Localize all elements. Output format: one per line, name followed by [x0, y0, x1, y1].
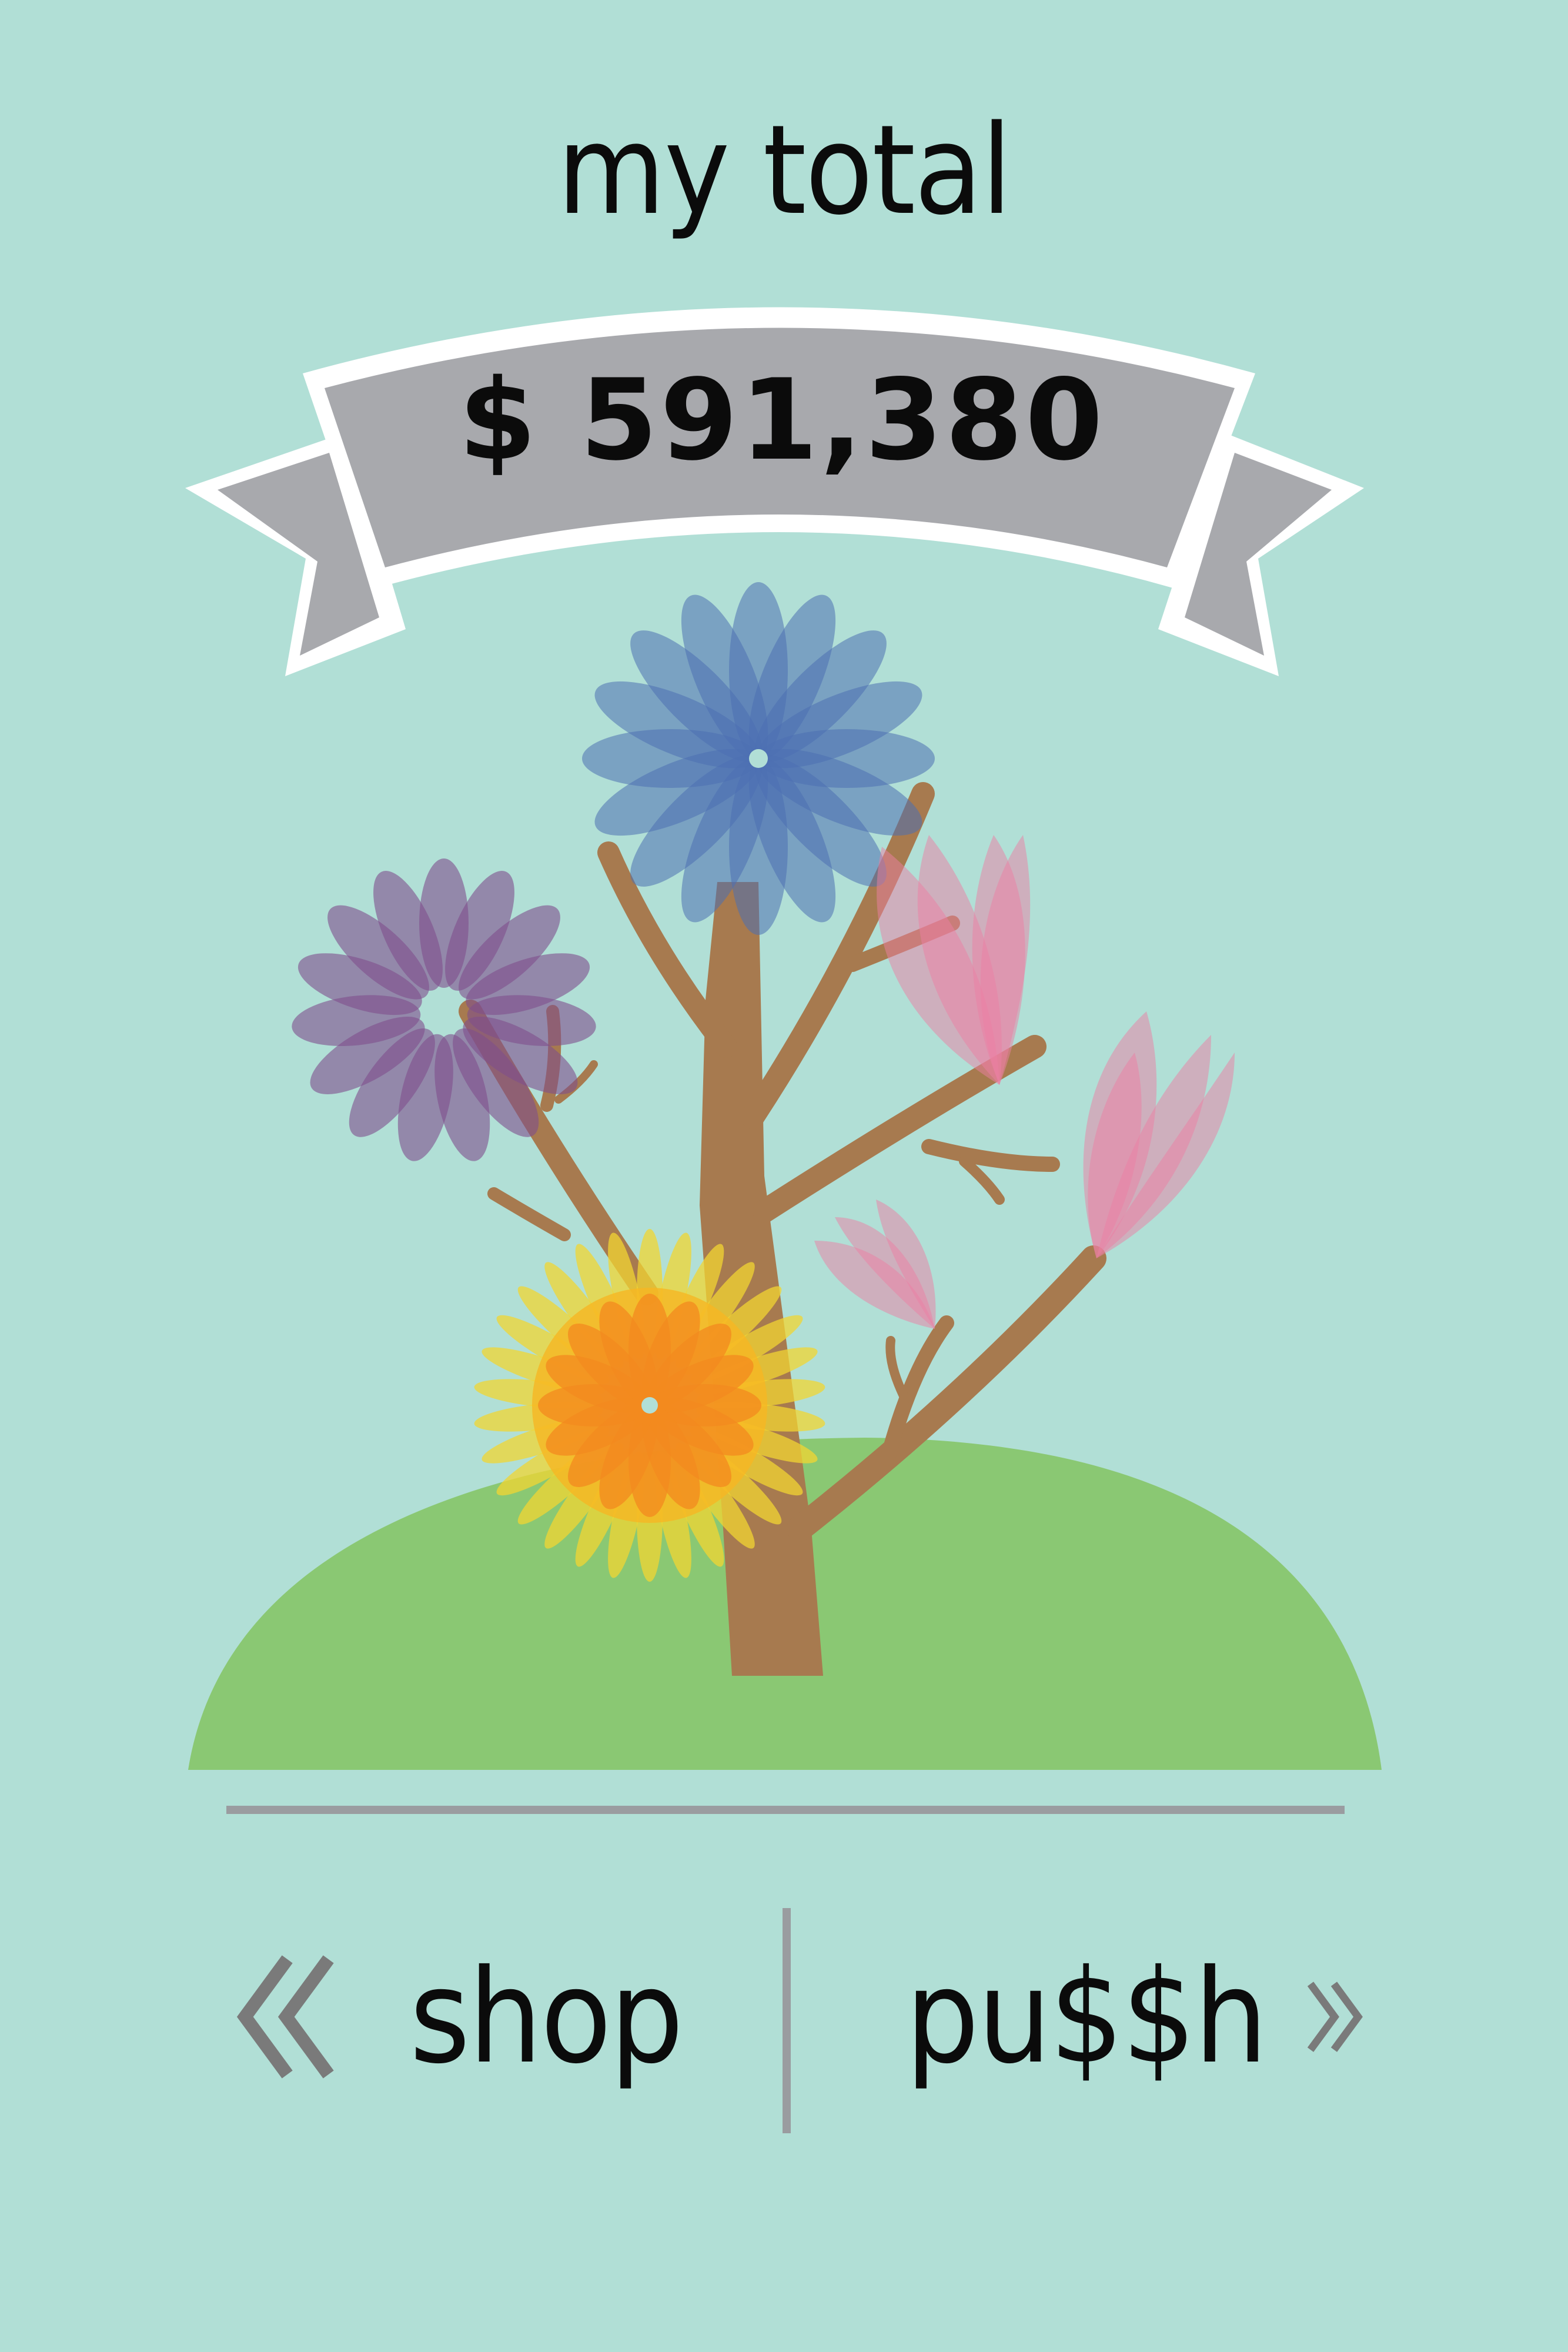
purple-flower	[289, 858, 599, 1167]
push-label: pu$$h	[905, 1942, 1268, 2092]
pink-flower-top	[877, 835, 1031, 1085]
shop-button[interactable]: shop	[235, 1923, 684, 2111]
shop-label: shop	[409, 1942, 684, 2092]
pink-flower-right	[1083, 1011, 1235, 1258]
push-button[interactable]: pu$$h	[905, 1923, 1364, 2111]
pink-bud	[814, 1200, 936, 1329]
double-chevron-right-icon	[1308, 1982, 1363, 2052]
total-amount: $ 591,380	[459, 355, 1105, 485]
double-chevron-left-icon	[236, 1955, 334, 2079]
total-screen: my total $ 591,380 shop pu$$h	[0, 0, 1568, 2352]
